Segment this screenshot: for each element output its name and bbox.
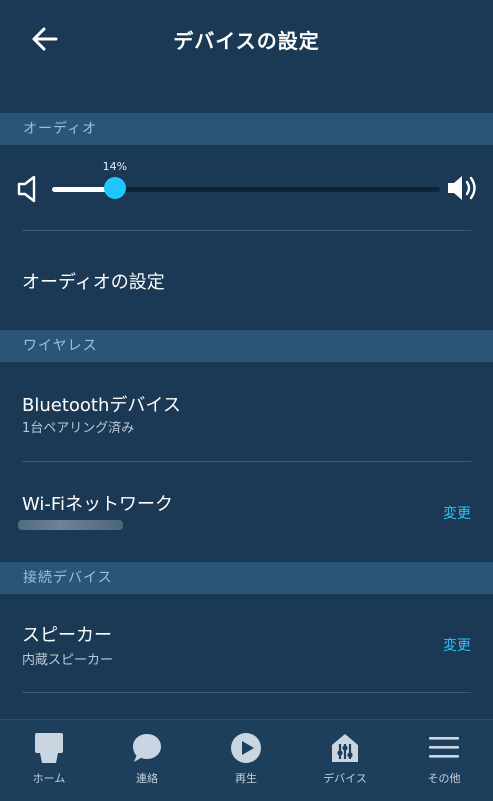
- devices-icon: [332, 734, 358, 762]
- volume-low-icon[interactable]: [16, 174, 42, 204]
- speaker-change-link[interactable]: 変更: [443, 635, 471, 655]
- nav-devices-label: デバイス: [323, 772, 367, 785]
- nav-play[interactable]: 再生: [197, 720, 295, 801]
- bluetooth-row[interactable]: Bluetoothデバイス 1台ペアリング済み: [0, 362, 493, 461]
- bluetooth-subtitle: 1台ペアリング済み: [22, 421, 135, 436]
- wireless-section-header: ワイヤレス: [0, 330, 493, 362]
- volume-high-icon[interactable]: [446, 172, 480, 204]
- wifi-network-name-redacted: [18, 520, 123, 530]
- wifi-change-link[interactable]: 変更: [443, 503, 471, 523]
- menu-icon: [429, 737, 459, 758]
- chat-bubble-icon: [133, 734, 161, 762]
- nav-communicate-label: 連絡: [136, 772, 158, 785]
- audio-settings-label: オーディオの設定: [22, 272, 165, 293]
- speaker-title: スピーカー: [22, 625, 112, 646]
- nav-more[interactable]: その他: [395, 720, 493, 801]
- nav-home-label: ホーム: [32, 772, 66, 785]
- home-icon: [35, 733, 63, 763]
- volume-control: 14%: [0, 150, 493, 225]
- audio-section-header: オーディオ: [0, 113, 493, 145]
- app-header: デバイスの設定: [0, 0, 493, 80]
- page-title: デバイスの設定: [173, 29, 320, 53]
- volume-slider[interactable]: [52, 177, 440, 199]
- volume-percent-label: 14%: [102, 160, 128, 173]
- wifi-title: Wi-Fiネットワーク: [22, 494, 173, 515]
- bluetooth-title: Bluetoothデバイス: [22, 395, 181, 416]
- nav-communicate[interactable]: 連絡: [98, 720, 196, 801]
- wifi-row[interactable]: Wi-Fiネットワーク 変更: [0, 462, 493, 561]
- nav-home[interactable]: ホーム: [0, 720, 98, 801]
- play-icon: [231, 733, 261, 763]
- slider-thumb[interactable]: [103, 177, 126, 199]
- bottom-navigation: ホーム 連絡 再生 デバイス その他: [0, 719, 493, 801]
- nav-devices[interactable]: デバイス: [296, 720, 394, 801]
- audio-settings-row[interactable]: オーディオの設定: [0, 231, 493, 329]
- divider: [22, 692, 471, 693]
- speaker-row[interactable]: スピーカー 内蔵スピーカー 変更: [0, 594, 493, 692]
- speaker-subtitle: 内蔵スピーカー: [22, 653, 114, 668]
- nav-more-label: その他: [427, 772, 461, 785]
- connected-devices-section-header: 接続デバイス: [0, 562, 493, 594]
- nav-play-label: 再生: [235, 772, 257, 785]
